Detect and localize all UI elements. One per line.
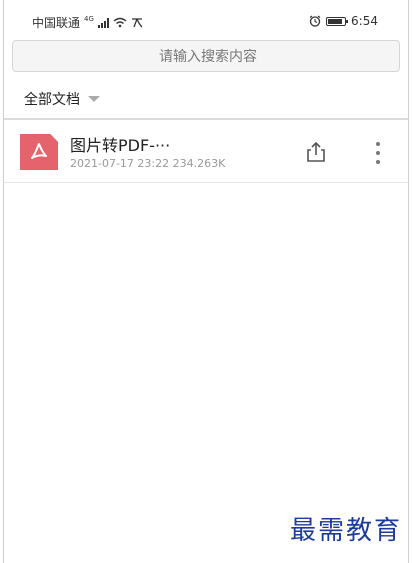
carrier-label: 中国联通	[32, 16, 81, 30]
share-icon	[307, 141, 325, 162]
status-left: 中国联通 4G	[32, 14, 143, 31]
alarm-icon	[309, 15, 321, 27]
caret-down-icon	[88, 96, 100, 102]
signal-icon	[97, 17, 109, 28]
status-right: 6:54	[309, 14, 378, 28]
file-list-item[interactable]: 图片转PDF-··· 2021-07-17 23:22 234.263K	[4, 120, 408, 183]
search-box	[12, 40, 403, 73]
phone-screen: 中国联通 4G 6:54 全部文档 图片转PDF-··· 2021-07-17 …	[3, 0, 409, 563]
filter-label: 全部文档	[24, 92, 80, 108]
wifi-icon	[113, 17, 127, 28]
nfc-icon	[131, 18, 143, 28]
battery-icon	[326, 16, 349, 26]
file-meta: 2021-07-17 23:22 234.263K	[70, 157, 226, 170]
battery-fill	[328, 18, 343, 24]
status-bar: 中国联通 4G 6:54	[4, 0, 408, 40]
network-label: 4G	[84, 14, 94, 23]
file-name: 图片转PDF-···	[70, 136, 171, 155]
more-vertical-icon	[376, 142, 380, 146]
share-button[interactable]	[304, 140, 328, 164]
pdf-file-icon	[20, 134, 58, 170]
clock-time: 6:54	[351, 14, 378, 28]
document-filter-dropdown[interactable]: 全部文档	[24, 89, 100, 109]
watermark: 最需教育	[289, 516, 402, 546]
more-options-button[interactable]	[370, 142, 386, 164]
search-input[interactable]	[13, 41, 403, 73]
